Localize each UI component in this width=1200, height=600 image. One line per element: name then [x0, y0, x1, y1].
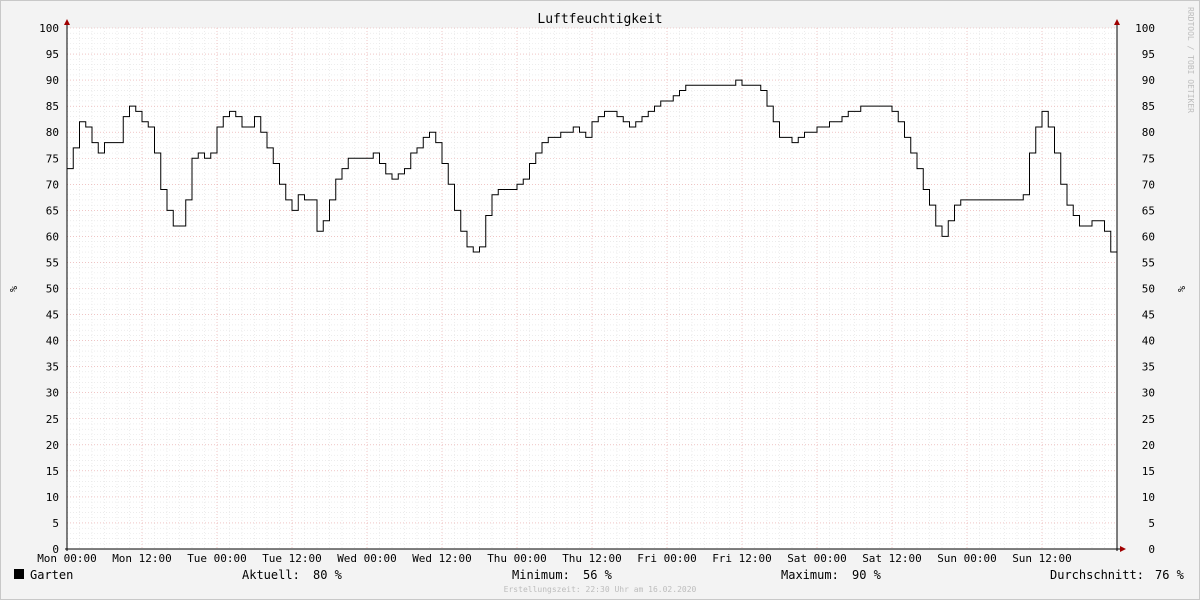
- x-tick-label: Mon 00:00: [37, 552, 97, 565]
- legend-swatch-garten: [14, 569, 24, 579]
- legend-maximum-label: Maximum:: [781, 568, 839, 582]
- y-tick-label-left: 70: [46, 178, 59, 191]
- y-tick-label-right: 65: [1142, 204, 1155, 217]
- y-tick-label-left: 60: [46, 230, 59, 243]
- y-tick-label-right: 50: [1142, 283, 1155, 296]
- x-tick-label: Sat 12:00: [862, 552, 922, 565]
- plot-area: 0 5 10 15 20 25 30 35 40 45 50 55 60 65 70 75 80 85 90 95 10…: [37, 19, 1155, 565]
- y-tick-label-left: 10: [46, 491, 59, 504]
- x-tick-label: Mon 12:00: [112, 552, 172, 565]
- legend-aktuell-value: 80 %: [313, 568, 343, 582]
- y-tick-label-left: 25: [46, 413, 59, 426]
- y-tick-label-left: 85: [46, 100, 59, 113]
- x-tick-label: Thu 00:00: [487, 552, 547, 565]
- chart-container: Luftfeuchtigkeit RRDTOOL / TOBI OETIKER …: [0, 0, 1200, 600]
- y-tick-label-right: 55: [1142, 256, 1155, 269]
- y-tick-label-left: 5: [52, 517, 59, 530]
- y-tick-label-right: 30: [1142, 387, 1155, 400]
- y-tick-label-right: 35: [1142, 361, 1155, 374]
- y-axis-label-left: %: [7, 286, 18, 292]
- y-tick-label-right: 80: [1142, 126, 1155, 139]
- y-tick-label-left: 90: [46, 74, 59, 87]
- y-tick-label-left: 100: [39, 22, 59, 35]
- x-tick-label: Wed 12:00: [412, 552, 472, 565]
- x-tick-label: Sun 12:00: [1012, 552, 1072, 565]
- y-tick-label-left: 65: [46, 204, 59, 217]
- x-tick-label: Sun 00:00: [937, 552, 997, 565]
- x-tick-label: Tue 12:00: [262, 552, 322, 565]
- y-tick-label-left: 75: [46, 152, 59, 165]
- y-tick-label-right: 75: [1142, 152, 1155, 165]
- y-tick-label-right: 40: [1142, 335, 1155, 348]
- y-tick-label-right: 25: [1142, 413, 1155, 426]
- legend-series-label: Garten: [30, 568, 73, 582]
- y-tick-label-left: 40: [46, 335, 59, 348]
- x-tick-label: Fri 12:00: [712, 552, 772, 565]
- legend-durchschnitt-label: Durchschnitt:: [1050, 568, 1144, 582]
- y-tick-label-left: 80: [46, 126, 59, 139]
- side-watermark: RRDTOOL / TOBI OETIKER: [1186, 7, 1195, 113]
- x-tick-label: Sat 00:00: [787, 552, 847, 565]
- y-tick-label-right: 95: [1142, 48, 1155, 61]
- y-tick-label-right: 85: [1142, 100, 1155, 113]
- y-tick-label-right: 45: [1142, 309, 1155, 322]
- y-tick-label-right: 15: [1142, 465, 1155, 478]
- y-tick-label-right: 70: [1142, 178, 1155, 191]
- y-tick-label-right: 60: [1142, 230, 1155, 243]
- legend-aktuell-label: Aktuell:: [242, 568, 300, 582]
- humidity-chart: Luftfeuchtigkeit RRDTOOL / TOBI OETIKER …: [0, 0, 1200, 600]
- legend-maximum-value: 90 %: [852, 568, 882, 582]
- y-tick-label-left: 35: [46, 361, 59, 374]
- y-axis-label-right: %: [1175, 286, 1186, 292]
- legend-minimum-value: 56 %: [583, 568, 613, 582]
- x-tick-label: Thu 12:00: [562, 552, 622, 565]
- y-tick-label-left: 50: [46, 283, 59, 296]
- y-tick-label-left: 45: [46, 309, 59, 322]
- y-tick-label-right: 90: [1142, 74, 1155, 87]
- x-tick-label: Tue 00:00: [187, 552, 247, 565]
- y-tick-label-left: 55: [46, 256, 59, 269]
- footer-timestamp: Erstellungszeit: 22:30 Uhr am 16.02.2020: [504, 585, 697, 594]
- y-tick-label-right: 0: [1148, 543, 1155, 556]
- x-tick-label: Wed 00:00: [337, 552, 397, 565]
- y-tick-label-left: 95: [46, 48, 59, 61]
- legend-minimum-label: Minimum:: [512, 568, 570, 582]
- x-tick-label: Fri 00:00: [637, 552, 697, 565]
- y-tick-label-left: 30: [46, 387, 59, 400]
- y-tick-label-right: 5: [1148, 517, 1155, 530]
- y-tick-label-right: 100: [1135, 22, 1155, 35]
- y-tick-label-right: 10: [1142, 491, 1155, 504]
- y-tick-label-right: 20: [1142, 439, 1155, 452]
- y-tick-label-left: 20: [46, 439, 59, 452]
- chart-title: Luftfeuchtigkeit: [537, 12, 662, 27]
- legend-durchschnitt-value: 76 %: [1155, 568, 1185, 582]
- y-tick-label-left: 15: [46, 465, 59, 478]
